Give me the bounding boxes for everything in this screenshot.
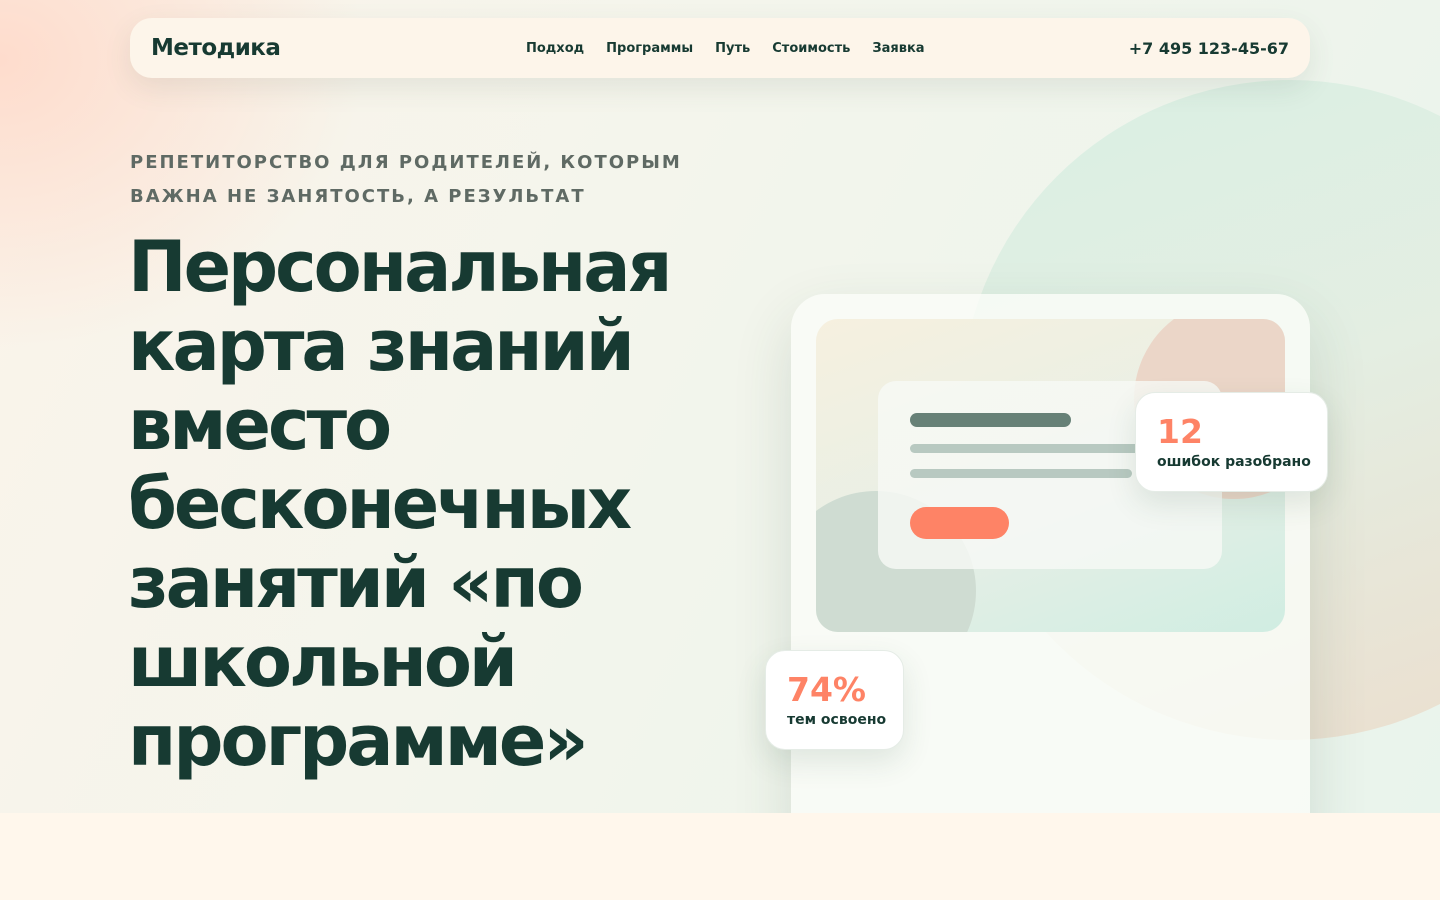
stat-value: 74% (787, 670, 866, 709)
placeholder-text-bar (910, 469, 1132, 478)
stat-label: ошибок разобрано (1157, 454, 1311, 470)
nav-link-approach[interactable]: Подход (526, 41, 584, 56)
stat-card-topics: 74% тем освоено (765, 650, 904, 750)
placeholder-heading-bar (910, 413, 1071, 427)
stat-value: 12 (1157, 412, 1203, 451)
brand-logo[interactable]: Методика (151, 35, 281, 61)
hero-headline: Персональная карта знаний вместо бесконе… (128, 226, 672, 782)
lower-section-background (0, 813, 1440, 900)
phone-link[interactable]: +7 495 123-45-67 (1129, 18, 1289, 78)
nav-link-path[interactable]: Путь (715, 41, 750, 56)
top-navbar: Методика Подход Программы Путь Стоимость… (130, 18, 1310, 78)
main-menu: Подход Программы Путь Стоимость Заявка (526, 18, 925, 78)
placeholder-button (910, 507, 1009, 539)
nav-link-application[interactable]: Заявка (872, 41, 924, 56)
nav-link-programs[interactable]: Программы (606, 41, 693, 56)
hero-eyebrow: РЕПЕТИТОРСТВО ДЛЯ РОДИТЕЛЕЙ, КОТОРЫМ ВАЖ… (130, 152, 682, 207)
nav-link-pricing[interactable]: Стоимость (772, 41, 850, 56)
placeholder-text-bar (910, 444, 1172, 453)
stat-card-errors: 12 ошибок разобрано (1135, 392, 1328, 492)
hero-section: РЕПЕТИТОРСТВО ДЛЯ РОДИТЕЛЕЙ, КОТОРЫМ ВАЖ… (0, 0, 1440, 813)
stat-label: тем освоено (787, 712, 887, 728)
